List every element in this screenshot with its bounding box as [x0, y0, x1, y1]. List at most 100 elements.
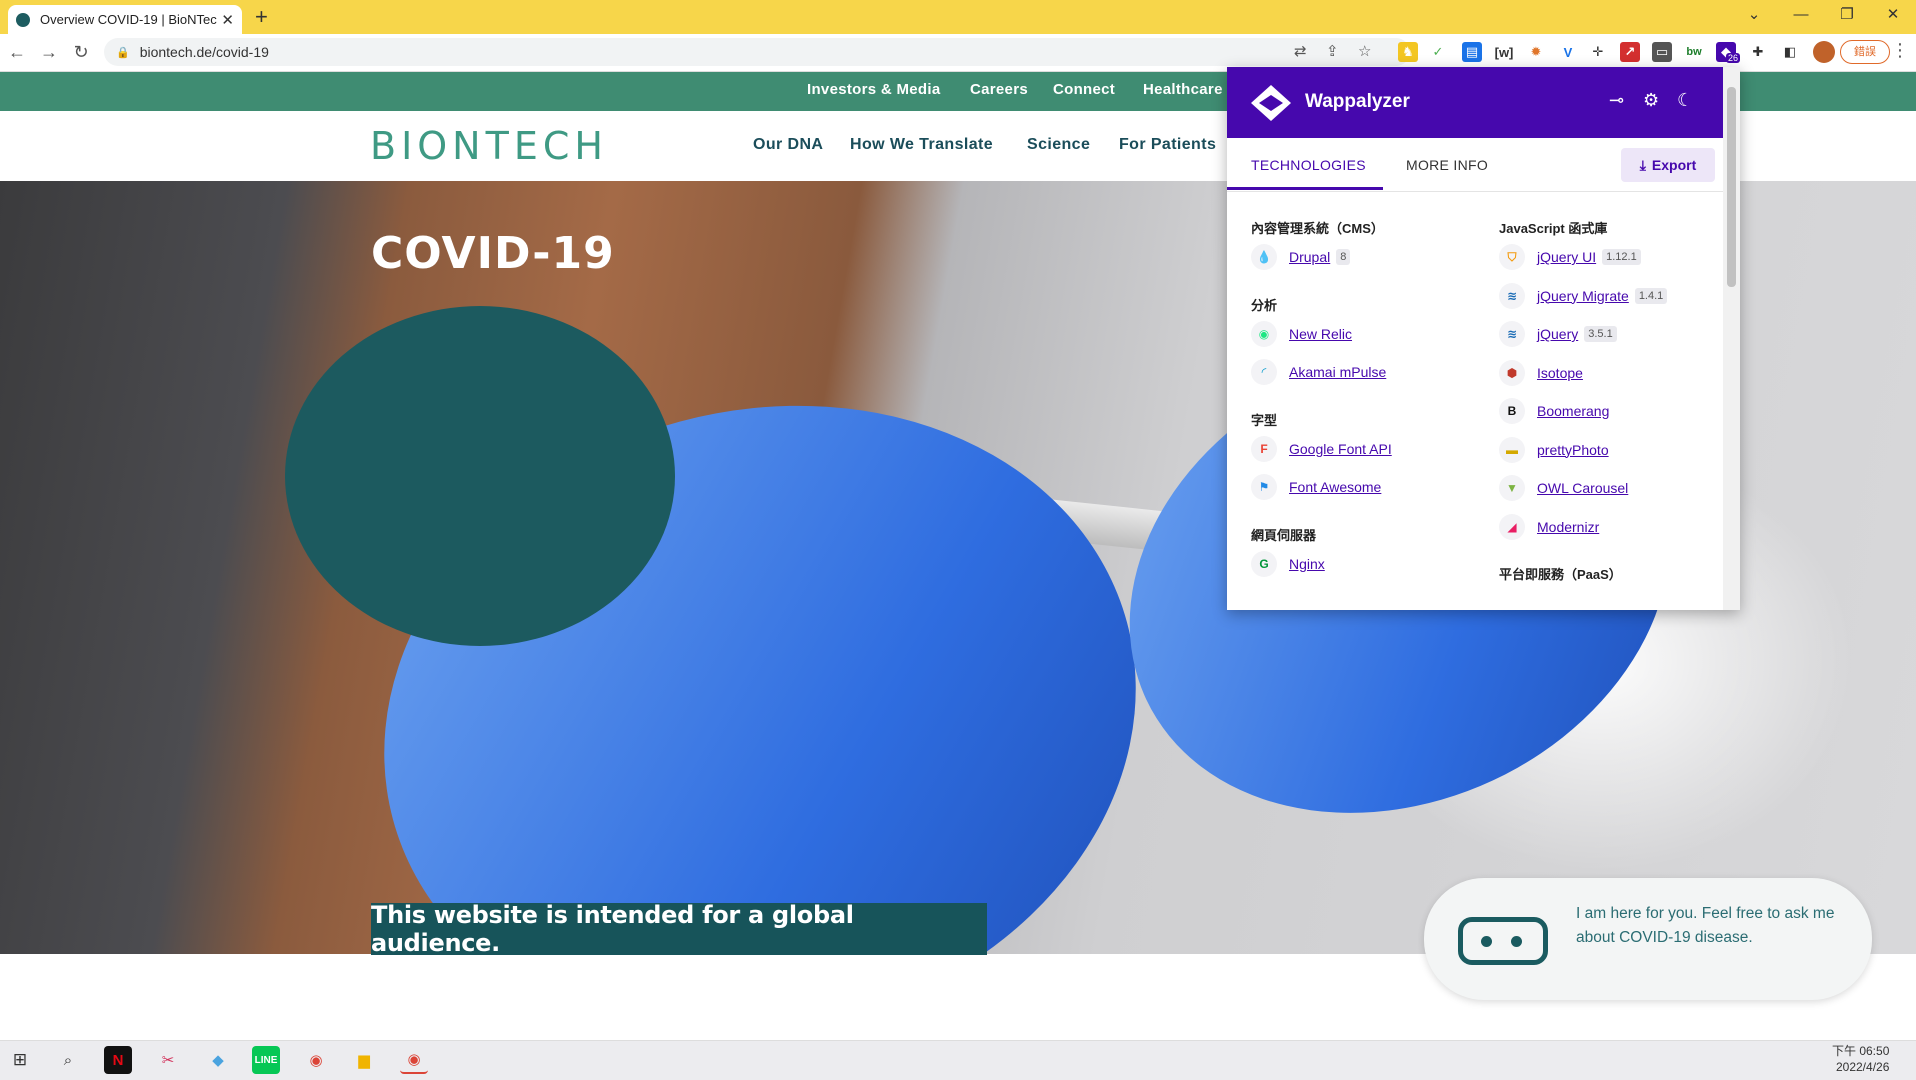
chatbot-robot-icon[interactable]: [1458, 917, 1548, 965]
extension-1-icon[interactable]: ♞: [1398, 42, 1418, 62]
active-tab-indicator: [1227, 187, 1383, 190]
app-icon[interactable]: ◆: [204, 1046, 232, 1074]
toggle-icon[interactable]: ⊸: [1609, 90, 1624, 111]
technology-name[interactable]: Nginx: [1289, 556, 1325, 572]
bookmark-star-icon[interactable]: ☆: [1358, 42, 1371, 60]
extension-3-icon[interactable]: ▤: [1462, 42, 1482, 62]
nav-science[interactable]: Science: [1027, 136, 1090, 154]
technology-item[interactable]: ◢ Modernizr: [1499, 513, 1599, 540]
nav-for-patients[interactable]: For Patients: [1119, 136, 1216, 154]
nav-our-dna[interactable]: Our DNA: [753, 136, 823, 154]
share-icon[interactable]: ⇪: [1326, 42, 1339, 60]
extension-6-icon[interactable]: V: [1558, 42, 1578, 62]
close-tab-icon[interactable]: ✕: [221, 11, 234, 29]
technology-name[interactable]: Drupal: [1289, 249, 1330, 265]
new-tab-button[interactable]: +: [255, 4, 268, 30]
font-awesome-icon: ⚑: [1251, 474, 1277, 500]
close-window-button[interactable]: ✕: [1870, 4, 1916, 26]
technology-name[interactable]: Boomerang: [1537, 403, 1609, 419]
browser-tab[interactable]: Overview COVID-19 | BioNTech ✕: [8, 5, 242, 34]
technology-item[interactable]: ⚑ Font Awesome: [1251, 474, 1381, 500]
technology-name[interactable]: jQuery: [1537, 326, 1578, 342]
technology-name[interactable]: Font Awesome: [1289, 479, 1381, 495]
technology-name[interactable]: OWL Carousel: [1537, 480, 1628, 496]
forward-icon[interactable]: →: [36, 40, 62, 64]
translate-icon[interactable]: ⇄: [1294, 42, 1307, 60]
technology-name[interactable]: jQuery Migrate: [1537, 288, 1629, 304]
category-heading: 分析: [1251, 297, 1278, 313]
extension-8-icon[interactable]: ↗: [1620, 42, 1640, 62]
popup-scrollbar-thumb[interactable]: [1727, 87, 1736, 287]
address-bar[interactable]: 🔒 biontech.de/covid-19: [104, 38, 1410, 66]
snipping-tool-icon[interactable]: ✂: [154, 1046, 182, 1074]
side-panel-icon[interactable]: ◧: [1780, 42, 1800, 62]
profile-avatar[interactable]: [1813, 41, 1835, 63]
nav-connect[interactable]: Connect: [1053, 81, 1115, 98]
menu-kebab-icon[interactable]: ⋮: [1891, 40, 1909, 61]
technology-name[interactable]: New Relic: [1289, 326, 1352, 342]
line-icon[interactable]: LINE: [252, 1046, 280, 1074]
chrome-active-icon[interactable]: ◉: [400, 1046, 428, 1074]
search-icon[interactable]: ⌕: [54, 1046, 82, 1074]
category-heading: 平台即服務（PaaS）: [1499, 567, 1622, 582]
technology-item[interactable]: ≋ jQuery 3.5.1: [1499, 321, 1617, 347]
extension-check-icon[interactable]: ✓: [1428, 42, 1448, 62]
nav-investors-media[interactable]: Investors & Media: [807, 81, 940, 98]
technology-item[interactable]: ◉ New Relic: [1251, 320, 1352, 347]
technology-item[interactable]: ≋ jQuery Migrate 1.4.1: [1499, 282, 1668, 309]
version-badge: 1.12.1: [1602, 249, 1641, 265]
extensions-puzzle-icon[interactable]: ✚: [1748, 42, 1768, 62]
technology-item[interactable]: ⛉ jQuery UI 1.12.1: [1499, 244, 1641, 270]
reload-icon[interactable]: ↻: [68, 40, 94, 64]
technology-name[interactable]: Modernizr: [1537, 519, 1599, 535]
technology-name[interactable]: Akamai mPulse: [1289, 364, 1386, 380]
extension-5-icon[interactable]: ✹: [1526, 42, 1546, 62]
back-icon[interactable]: ←: [4, 40, 30, 64]
nav-healthcare[interactable]: Healthcare: [1143, 81, 1223, 98]
tab-search-icon[interactable]: ⌄: [1731, 4, 1777, 26]
chatbot-message: I am here for you. Feel free to ask me a…: [1576, 905, 1835, 946]
technology-item[interactable]: 💧 Drupal 8: [1251, 244, 1351, 270]
extension-9-icon[interactable]: ▭: [1652, 42, 1672, 62]
technology-item[interactable]: ⬢ Isotope: [1499, 359, 1583, 386]
file-explorer-icon[interactable]: ▆: [350, 1046, 378, 1074]
tab-strip: [0, 0, 1916, 34]
technology-item[interactable]: G Nginx: [1251, 550, 1325, 577]
technology-item[interactable]: F Google Font API: [1251, 435, 1392, 462]
technology-name[interactable]: Google Font API: [1289, 441, 1392, 457]
extension-7-icon[interactable]: ✛: [1588, 42, 1608, 62]
restore-button[interactable]: ❐: [1824, 4, 1870, 26]
technology-name[interactable]: jQuery UI: [1537, 249, 1596, 265]
page-title: COVID-19: [371, 228, 615, 279]
technology-item[interactable]: ▬ prettyPhoto: [1499, 436, 1609, 463]
nav-how-we-translate[interactable]: How We Translate: [850, 136, 993, 154]
category-heading: 網頁伺服器: [1251, 527, 1317, 543]
extension-10-icon[interactable]: bw: [1684, 42, 1704, 62]
technology-item[interactable]: ▼ OWL Carousel: [1499, 475, 1628, 501]
nav-careers[interactable]: Careers: [970, 81, 1028, 98]
technology-item[interactable]: ◜ Akamai mPulse: [1251, 359, 1386, 385]
akamai-icon: ◜: [1251, 359, 1277, 385]
dark-mode-moon-icon[interactable]: ☾: [1677, 90, 1693, 111]
tab-more-info[interactable]: MORE INFO: [1406, 157, 1488, 173]
minimize-button[interactable]: —: [1778, 4, 1824, 26]
boomerang-icon: B: [1499, 398, 1525, 424]
system-clock[interactable]: 下午 06:50 2022/4/26: [1832, 1043, 1889, 1075]
netflix-icon[interactable]: N: [104, 1046, 132, 1074]
technology-item[interactable]: B Boomerang: [1499, 398, 1609, 424]
tab-technologies[interactable]: TECHNOLOGIES: [1251, 157, 1366, 173]
drupal-icon: 💧: [1251, 244, 1277, 270]
settings-gear-icon[interactable]: ⚙: [1643, 90, 1659, 111]
export-button[interactable]: ⤓ Export: [1621, 148, 1715, 182]
url-text: biontech.de/covid-19: [139, 44, 269, 60]
sync-error-button[interactable]: 錯誤: [1840, 40, 1890, 64]
biontech-logo[interactable]: BIONTECH: [370, 124, 608, 168]
chrome-icon[interactable]: ◉: [302, 1046, 330, 1074]
global-audience-banner: This website is intended for a global au…: [371, 901, 987, 957]
windows-start-icon[interactable]: ⊞: [6, 1046, 34, 1074]
new-relic-icon: ◉: [1251, 320, 1277, 347]
technology-name[interactable]: prettyPhoto: [1537, 442, 1609, 458]
owl-carousel-icon: ▼: [1499, 475, 1525, 501]
extension-4-icon[interactable]: [w]: [1494, 42, 1514, 62]
technology-name[interactable]: Isotope: [1537, 365, 1583, 381]
